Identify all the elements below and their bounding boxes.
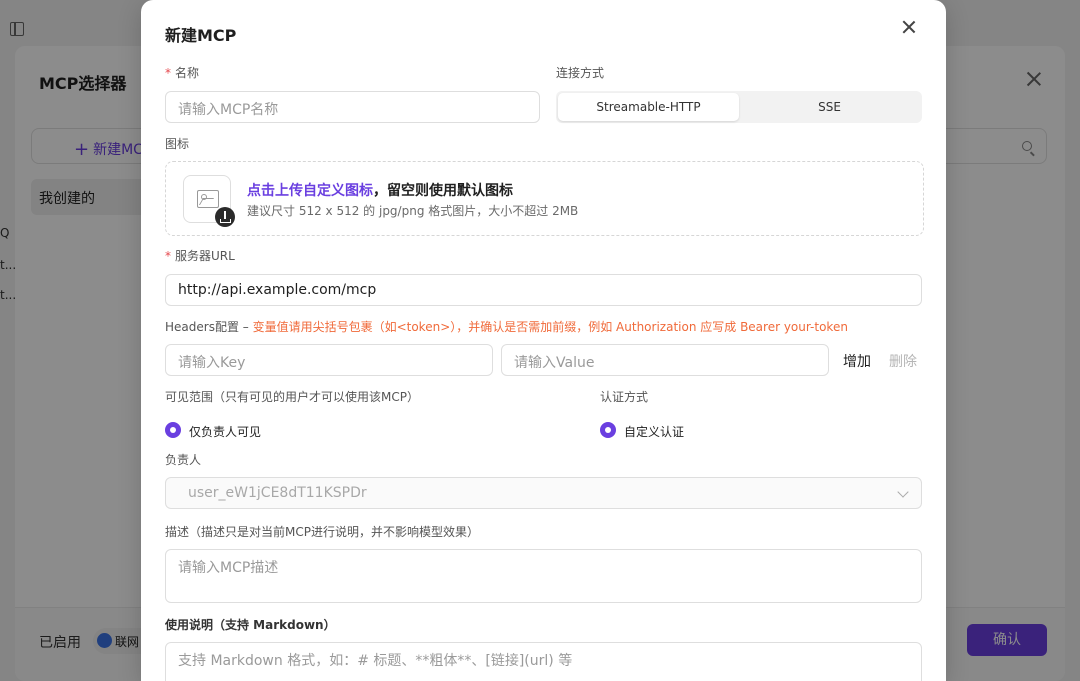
icon-upload-area[interactable]: 点击上传自定义图标，留空则使用默认图标 建议尺寸 512 x 512 的 jpg… [165,161,924,236]
upload-instruction: 点击上传自定义图标，留空则使用默认图标 [247,183,513,199]
description-textarea[interactable]: 请输入MCP描述 [165,549,922,603]
connection-option-sse[interactable]: SSE [739,93,920,121]
upload-icon [215,207,235,227]
headers-warning: 变量值请用尖括号包裹（如<token>），并确认是否需加前缀，例如 Author… [252,320,848,334]
header-key-input[interactable]: 请输入Key [165,344,493,376]
auth-option-label[interactable]: 自定义认证 [624,423,684,440]
modal-title: 新建MCP [165,26,237,45]
auth-radio[interactable] [600,422,616,438]
usage-label: 使用说明（支持 Markdown） [165,618,336,632]
close-icon[interactable] [902,20,916,34]
name-label: * 名称 [165,66,200,80]
visibility-option-label[interactable]: 仅负责人可见 [189,423,261,440]
connection-option-streamable-http[interactable]: Streamable-HTTP [558,93,739,121]
visibility-radio[interactable] [165,422,181,438]
upload-hint: 建议尺寸 512 x 512 的 jpg/png 格式图片，大小不超过 2MB [247,204,579,218]
new-mcp-modal: 新建MCP * 名称 请输入MCP名称 连接方式 Streamable-HTTP … [141,0,946,681]
add-header-button[interactable]: 增加 [843,351,871,371]
icon-preview[interactable] [183,175,235,227]
icon-label: 图标 [165,137,190,151]
connection-segmented: Streamable-HTTP SSE [556,91,922,123]
owner-select[interactable]: user_eW1jCE8dT11KSPDr [165,477,922,509]
image-icon [197,190,219,208]
name-input[interactable]: 请输入MCP名称 [165,91,540,123]
chevron-down-icon [897,486,909,498]
delete-header-button[interactable]: 删除 [889,351,917,371]
server-url-label: * 服务器URL [165,249,235,263]
upload-link[interactable]: 点击上传自定义图标 [247,183,373,199]
usage-textarea[interactable]: 支持 Markdown 格式，如：# 标题、**粗体**、[链接](url) 等 [165,642,922,681]
connection-label: 连接方式 [556,66,605,80]
description-label: 描述（描述只是对当前MCP进行说明，并不影响模型效果） [165,525,479,539]
owner-value: user_eW1jCE8dT11KSPDr [188,485,367,501]
server-url-input[interactable]: http://api.example.com/mcp [165,274,922,306]
headers-label: Headers配置 – 变量值请用尖括号包裹（如<token>），并确认是否需加… [165,320,848,334]
owner-label: 负责人 [165,453,202,467]
auth-label: 认证方式 [600,390,649,404]
visibility-label: 可见范围（只有可见的用户才可以使用该MCP） [165,390,419,404]
header-value-input[interactable]: 请输入Value [501,344,829,376]
